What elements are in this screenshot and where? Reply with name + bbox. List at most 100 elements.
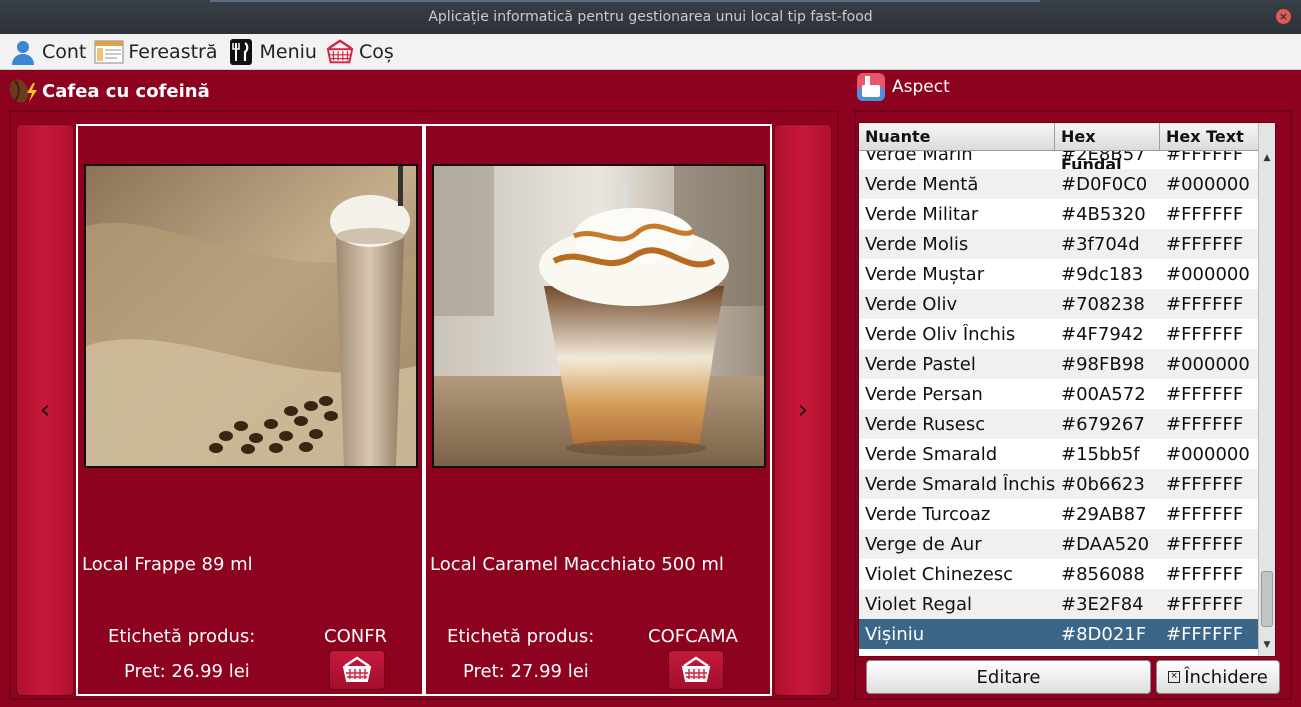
product-price: Pret: 27.99 lei	[463, 661, 589, 682]
table-row[interactable]: Verde Pastel #98FB98 #000000	[859, 349, 1259, 379]
table-row[interactable]: Verde Molis #3f704d #FFFFFF	[859, 229, 1259, 259]
chevron-right-icon: ›	[797, 395, 809, 425]
table-cell: #0b6623	[1061, 473, 1145, 495]
table-cell: Violet Chinezesc	[865, 563, 1014, 585]
table-row[interactable]: Verde Marin #2E8B57 #FFFFFF	[859, 151, 1259, 169]
table-cell: Verde Pastel	[865, 353, 976, 375]
table-scrollbar[interactable]: ▲ ▼	[1258, 123, 1275, 656]
coffee-bean-icon	[6, 74, 40, 108]
table-row[interactable]: Violet Chinezesc #856088 #FFFFFF	[859, 559, 1259, 589]
table-row[interactable]: Verde Rusesc #679267 #FFFFFF	[859, 409, 1259, 439]
menubar: Cont Fereastră Meniu Coș	[0, 34, 1301, 70]
edit-button[interactable]: Editare	[866, 660, 1151, 694]
edit-button-label: Editare	[976, 666, 1041, 688]
color-table[interactable]: Nuante Hex Fundal Hex Text Verde Marin #2…	[858, 122, 1276, 657]
menu-cos[interactable]: Coș	[325, 37, 394, 67]
window-titlebar: Aplicație informatică pentru gestionarea…	[0, 0, 1301, 34]
carousel-next-button[interactable]: ›	[774, 124, 832, 696]
table-cell: #FFFFFF	[1166, 323, 1244, 345]
close-button[interactable]: × Închidere	[1156, 660, 1280, 694]
table-row[interactable]: Verge de Aur #DAA520 #FFFFFF	[859, 529, 1259, 559]
table-row[interactable]: Verde Persan #00A572 #FFFFFF	[859, 379, 1259, 409]
table-rows: Verde Marin #2E8B57 #FFFFFF Verde Mentă #D0F…	[859, 151, 1259, 649]
product-card: Local Caramel Macchiato 500 ml Etichetă …	[424, 124, 772, 696]
menu-cont[interactable]: Cont	[8, 37, 86, 67]
product-code: CONFR	[324, 626, 388, 647]
table-cell: #3f704d	[1061, 233, 1140, 255]
basket-icon	[342, 656, 372, 682]
close-button-label: Închidere	[1184, 666, 1268, 688]
table-row[interactable]: Verde Militar #4B5320 #FFFFFF	[859, 199, 1259, 229]
table-cell: #8D021F	[1061, 623, 1147, 645]
close-icon[interactable]: ×	[1276, 9, 1291, 24]
column-header-hex-fundal[interactable]: Hex Fundal	[1055, 123, 1160, 174]
table-cell: #708238	[1061, 293, 1145, 315]
table-cell: Verge de Aur	[865, 533, 982, 555]
aspect-header: Aspect	[856, 72, 950, 102]
frappe-photo	[84, 164, 418, 468]
table-cell: Violet Regal	[865, 593, 973, 615]
table-cell: #FFFFFF	[1166, 533, 1244, 555]
product-name: Local Caramel Macchiato 500 ml	[430, 554, 724, 575]
cutlery-icon	[226, 37, 256, 67]
table-row[interactable]: Verde Smarald Închis #0b6623 #FFFFFF	[859, 469, 1259, 499]
table-cell: Verde Mentă	[865, 173, 979, 195]
basket-icon	[681, 656, 711, 682]
table-row[interactable]: Violet Regal #3E2F84 #FFFFFF	[859, 589, 1259, 619]
scroll-down-icon[interactable]: ▼	[1261, 640, 1273, 652]
window-icon	[94, 37, 124, 67]
table-cell: #4F7942	[1061, 323, 1144, 345]
scrollbar-thumb[interactable]	[1261, 571, 1273, 627]
product-card: Local Frappe 89 ml Etichetă produs: CONF…	[76, 124, 424, 696]
table-cell: #2E8B57	[1061, 151, 1146, 165]
table-cell: #000000	[1166, 173, 1250, 195]
table-row[interactable]: Verde Muștar #9dc183 #000000	[859, 259, 1259, 289]
product-label-text: Etichetă produs:	[108, 626, 256, 647]
table-row[interactable]: Verde Oliv Închis #4F7942 #FFFFFF	[859, 319, 1259, 349]
table-cell: #FFFFFF	[1166, 233, 1244, 255]
menu-meniu[interactable]: Meniu	[226, 37, 317, 67]
table-row[interactable]: Verde Smarald #15bb5f #000000	[859, 439, 1259, 469]
table-cell: Verde Militar	[865, 203, 979, 225]
table-header: Nuante Hex Fundal Hex Text	[859, 123, 1259, 174]
table-cell: #FFFFFF	[1166, 563, 1244, 585]
table-cell: Verde Oliv	[865, 293, 958, 315]
table-row[interactable]: Verde Oliv #708238 #FFFFFF	[859, 289, 1259, 319]
add-to-cart-button[interactable]	[329, 650, 385, 690]
table-cell: #FFFFFF	[1166, 383, 1244, 405]
table-cell: Verde Turcoaz	[865, 503, 991, 525]
table-cell: #D0F0C0	[1061, 173, 1148, 195]
table-cell: #FFFFFF	[1166, 151, 1244, 165]
table-cell: #3E2F84	[1061, 593, 1144, 615]
table-cell: Verde Oliv Închis	[865, 323, 1016, 345]
add-to-cart-button[interactable]	[668, 650, 724, 690]
product-name: Local Frappe 89 ml	[82, 554, 253, 575]
table-cell: #FFFFFF	[1166, 473, 1244, 495]
table-cell: Verde Rusesc	[865, 413, 986, 435]
table-cell: Verde Molis	[865, 233, 969, 255]
table-cell: #FFFFFF	[1166, 623, 1244, 645]
table-cell: #15bb5f	[1061, 443, 1140, 465]
table-cell: #4B5320	[1061, 203, 1146, 225]
column-header-nuante[interactable]: Nuante	[859, 123, 1055, 150]
caramel-macchiato-photo	[432, 164, 766, 468]
carousel-prev-button[interactable]: ‹	[16, 124, 74, 696]
scroll-up-icon[interactable]: ▲	[1261, 153, 1273, 165]
table-cell: #FFFFFF	[1166, 593, 1244, 615]
basket-icon	[325, 37, 355, 67]
table-row[interactable]: Verde Turcoaz #29AB87 #FFFFFF	[859, 499, 1259, 529]
section-title: Cafea cu cofeină	[42, 80, 210, 102]
product-price: Pret: 26.99 lei	[124, 661, 250, 682]
table-cell: #FFFFFF	[1166, 503, 1244, 525]
table-cell: #FFFFFF	[1166, 413, 1244, 435]
table-row[interactable]: Vișiniu #8D021F #FFFFFF	[859, 619, 1259, 649]
table-row[interactable]: Verde Mentă #D0F0C0 #000000	[859, 169, 1259, 199]
table-cell: #29AB87	[1061, 503, 1147, 525]
table-cell: Verde Smarald Închis	[865, 473, 1055, 495]
menu-fereastra[interactable]: Fereastră	[94, 37, 218, 67]
product-label-text: Etichetă produs:	[447, 626, 595, 647]
column-header-hex-text[interactable]: Hex Text	[1160, 123, 1259, 150]
menu-label: Fereastră	[128, 40, 218, 63]
aspect-panel: Aspect Nuante Hex Fundal Hex Text Verde …	[848, 70, 1301, 707]
paint-brush-icon	[856, 72, 886, 102]
